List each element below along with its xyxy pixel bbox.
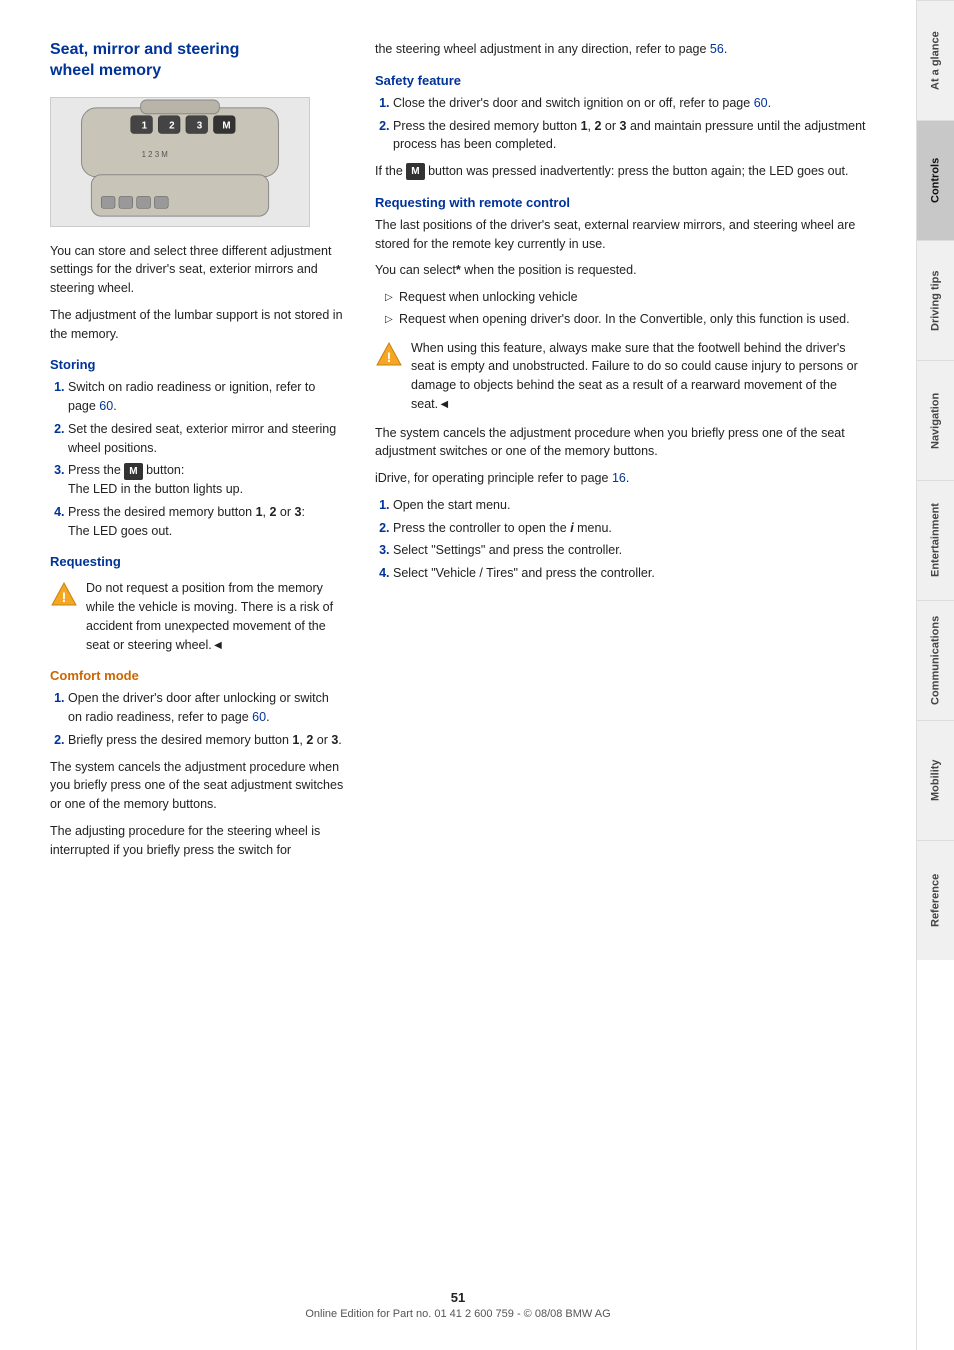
warning-triangle-icon: ! bbox=[50, 581, 78, 609]
storing-step-2: Set the desired seat, exterior mirror an… bbox=[68, 420, 345, 458]
safety-step-2: Press the desired memory button 1, 2 or … bbox=[393, 117, 866, 155]
comfort-steps: Open the driver's door after unlocking o… bbox=[50, 689, 345, 749]
safety-note: If the M button was pressed inadvertentl… bbox=[375, 162, 866, 181]
requesting-warning: ! Do not request a position from the mem… bbox=[50, 579, 345, 654]
tab-driving-tips[interactable]: Driving tips bbox=[917, 240, 954, 360]
main-content: Seat, mirror and steeringwheel memory 1 … bbox=[0, 0, 916, 907]
storing-steps: Switch on radio readiness or ignition, r… bbox=[50, 378, 345, 540]
comfort-step-2: Briefly press the desired memory button … bbox=[68, 731, 345, 750]
m-button-icon: M bbox=[124, 463, 142, 480]
svg-text:M: M bbox=[222, 120, 230, 131]
footer-text: Online Edition for Part no. 01 41 2 600 … bbox=[305, 1308, 610, 1320]
page-title: Seat, mirror and steeringwheel memory bbox=[50, 40, 345, 82]
requesting-remote-intro: The last positions of the driver's seat,… bbox=[375, 216, 866, 254]
svg-text:2: 2 bbox=[169, 120, 175, 131]
safety-feature-heading: Safety feature bbox=[375, 73, 866, 88]
seat-diagram: 1 2 3 M 1 2 3 M bbox=[50, 97, 310, 227]
tab-reference[interactable]: Reference bbox=[917, 840, 954, 960]
comfort-note-1: The system cancels the adjustment proced… bbox=[50, 758, 345, 814]
comfort-step-1: Open the driver's door after unlocking o… bbox=[68, 689, 345, 727]
m-button-inline-2: M bbox=[406, 163, 424, 180]
remote-cancel-note: The system cancels the adjustment proced… bbox=[375, 424, 866, 462]
tab-communications[interactable]: Communications bbox=[917, 600, 954, 720]
sidebar-tabs: At a glance Controls Driving tips Naviga… bbox=[916, 0, 954, 1350]
tab-at-a-glance[interactable]: At a glance bbox=[917, 0, 954, 120]
idrive-step-4: Select "Vehicle / Tires" and press the c… bbox=[393, 564, 866, 583]
requesting-heading: Requesting bbox=[50, 554, 345, 569]
intro-para-1: You can store and select three different… bbox=[50, 242, 345, 298]
svg-text:1 2 3 M: 1 2 3 M bbox=[142, 150, 168, 159]
storing-step-1: Switch on radio readiness or ignition, r… bbox=[68, 378, 345, 416]
safety-step-1: Close the driver's door and switch ignit… bbox=[393, 94, 866, 113]
link-56[interactable]: 56 bbox=[710, 42, 724, 56]
link-60c[interactable]: 60 bbox=[754, 96, 768, 110]
requesting-remote-select: You can select* when the position is req… bbox=[375, 261, 866, 280]
requesting-remote-bullets: Request when unlocking vehicle Request w… bbox=[375, 288, 866, 329]
page-number: 51 bbox=[0, 1290, 916, 1305]
requesting-warning-text: Do not request a position from the memor… bbox=[86, 579, 345, 654]
idrive-step-3: Select "Settings" and press the controll… bbox=[393, 541, 866, 560]
bullet-door: Request when opening driver's door. In t… bbox=[385, 310, 866, 329]
page-footer: 51 Online Edition for Part no. 01 41 2 6… bbox=[0, 1290, 916, 1320]
idrive-steps: Open the start menu. Press the controlle… bbox=[375, 496, 866, 583]
storing-step-4: Press the desired memory button 1, 2 or … bbox=[68, 503, 345, 541]
link-60b[interactable]: 60 bbox=[252, 710, 266, 724]
left-column: Seat, mirror and steeringwheel memory 1 … bbox=[50, 40, 345, 867]
tab-entertainment[interactable]: Entertainment bbox=[917, 480, 954, 600]
comfort-note-2: The adjusting procedure for the steering… bbox=[50, 822, 345, 860]
idrive-step-2: Press the controller to open the i menu. bbox=[393, 519, 866, 538]
link-60a[interactable]: 60 bbox=[99, 399, 113, 413]
link-16[interactable]: 16 bbox=[612, 471, 626, 485]
remote-warning: ! When using this feature, always make s… bbox=[375, 339, 866, 414]
tab-mobility[interactable]: Mobility bbox=[917, 720, 954, 840]
right-intro: the steering wheel adjustment in any dir… bbox=[375, 40, 866, 59]
safety-steps: Close the driver's door and switch ignit… bbox=[375, 94, 866, 154]
svg-text:3: 3 bbox=[197, 120, 203, 131]
tab-controls[interactable]: Controls bbox=[917, 120, 954, 240]
tab-navigation[interactable]: Navigation bbox=[917, 360, 954, 480]
svg-text:1: 1 bbox=[142, 120, 148, 131]
requesting-remote-heading: Requesting with remote control bbox=[375, 195, 866, 210]
storing-heading: Storing bbox=[50, 357, 345, 372]
idrive-note: iDrive, for operating principle refer to… bbox=[375, 469, 866, 488]
storing-step-3: Press the M button:The LED in the button… bbox=[68, 461, 345, 499]
right-column: the steering wheel adjustment in any dir… bbox=[375, 40, 866, 867]
remote-warning-text: When using this feature, always make sur… bbox=[411, 339, 866, 414]
svg-text:!: ! bbox=[387, 349, 392, 365]
svg-text:!: ! bbox=[62, 589, 67, 605]
warning-triangle-icon-2: ! bbox=[375, 341, 403, 369]
comfort-mode-heading: Comfort mode bbox=[50, 668, 345, 683]
idrive-step-1: Open the start menu. bbox=[393, 496, 866, 515]
bullet-unlock: Request when unlocking vehicle bbox=[385, 288, 866, 307]
intro-para-2: The adjustment of the lumbar support is … bbox=[50, 306, 345, 344]
